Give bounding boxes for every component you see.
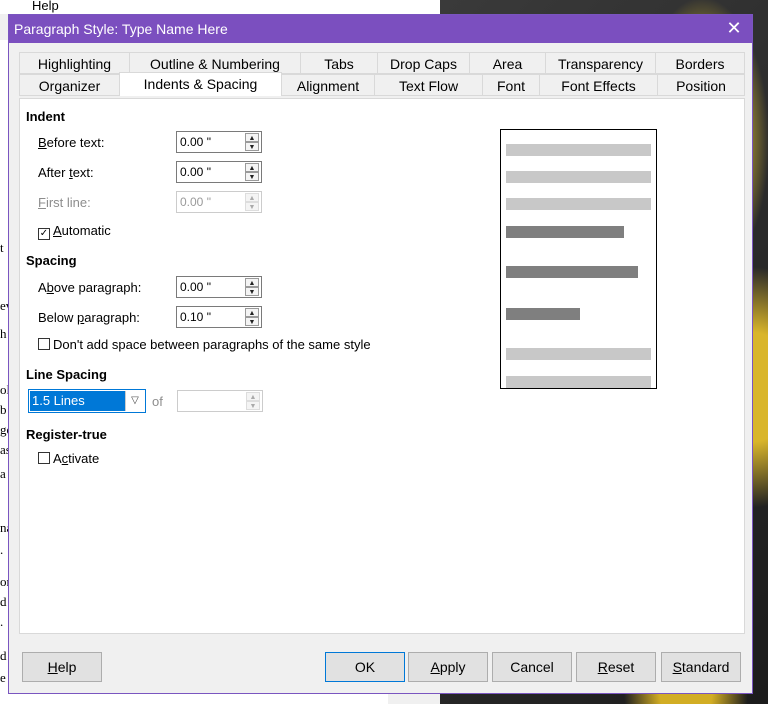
background-text-fragment: . xyxy=(0,542,4,557)
tab-alignment[interactable]: Alignment xyxy=(281,74,375,96)
automatic-checkbox[interactable]: ✓ Automatic xyxy=(38,223,111,240)
below-paragraph-label: Below paragraph: xyxy=(38,310,140,325)
line-spacing-of-stepper: ▲ ▼ xyxy=(246,392,260,410)
preview-line xyxy=(506,348,651,360)
spin-down-icon[interactable]: ▼ xyxy=(245,172,259,181)
checkbox-unchecked-icon[interactable] xyxy=(38,452,50,464)
tab-area[interactable]: Area xyxy=(469,52,546,74)
preview-line xyxy=(506,144,651,156)
section-spacing-heading: Spacing xyxy=(26,253,77,268)
after-text-label: After text: xyxy=(38,165,94,180)
spin-up-icon[interactable]: ▲ xyxy=(245,278,259,287)
preview-line-current xyxy=(506,266,638,278)
tab-panel-indents-spacing: Indent Before text: 0.00 " ▲ ▼ After text… xyxy=(19,98,745,634)
background-menu-help[interactable]: Help xyxy=(32,0,59,13)
section-line-spacing-heading: Line Spacing xyxy=(26,367,107,382)
before-text-field[interactable]: 0.00 " ▲ ▼ xyxy=(176,131,262,153)
spin-down-icon: ▼ xyxy=(245,202,259,211)
tab-transparency[interactable]: Transparency xyxy=(545,52,656,74)
spin-down-icon[interactable]: ▼ xyxy=(245,317,259,326)
background-text-fragment: e xyxy=(0,670,6,685)
section-register-true-heading: Register-true xyxy=(26,427,107,442)
chevron-down-icon[interactable]: ▽ xyxy=(125,391,144,411)
background-text-fragment: d xyxy=(0,648,7,663)
apply-button[interactable]: Apply xyxy=(408,652,488,682)
paragraph-preview xyxy=(500,129,657,389)
section-indent-heading: Indent xyxy=(26,109,65,124)
tab-outline-numbering[interactable]: Outline & Numbering xyxy=(129,52,301,74)
spin-up-icon[interactable]: ▲ xyxy=(245,163,259,172)
background-text-fragment: . xyxy=(0,614,4,629)
tab-organizer[interactable]: Organizer xyxy=(19,74,120,96)
close-icon[interactable]: ✕ xyxy=(724,18,744,39)
below-paragraph-stepper[interactable]: ▲ ▼ xyxy=(245,308,259,326)
above-paragraph-value: 0.00 " xyxy=(180,280,211,294)
background-text-fragment: a xyxy=(0,466,6,481)
above-paragraph-stepper[interactable]: ▲ ▼ xyxy=(245,278,259,296)
paragraph-style-dialog: Paragraph Style: Type Name Here ✕ Highli… xyxy=(8,14,753,694)
after-text-value: 0.00 " xyxy=(180,165,211,179)
line-spacing-of-label: of xyxy=(152,394,163,409)
spin-up-icon[interactable]: ▲ xyxy=(245,133,259,142)
dialog-titlebar[interactable]: Paragraph Style: Type Name Here ✕ xyxy=(9,15,752,43)
preview-line xyxy=(506,376,651,388)
first-line-label: First line: xyxy=(38,195,91,210)
tab-position[interactable]: Position xyxy=(657,74,745,96)
help-button[interactable]: Help xyxy=(22,652,102,682)
first-line-field: 0.00 " ▲ ▼ xyxy=(176,191,262,213)
preview-line xyxy=(506,171,651,183)
spin-down-icon[interactable]: ▼ xyxy=(245,287,259,296)
dialog-title: Paragraph Style: Type Name Here xyxy=(14,21,228,37)
preview-line-current xyxy=(506,308,580,320)
background-menubar: Help xyxy=(0,0,440,14)
dont-add-space-checkbox[interactable]: Don't add space between paragraphs of th… xyxy=(38,337,371,352)
before-text-stepper[interactable]: ▲ ▼ xyxy=(245,133,259,151)
preview-line-current xyxy=(506,226,624,238)
activate-checkbox[interactable]: Activate xyxy=(38,451,99,466)
first-line-stepper: ▲ ▼ xyxy=(245,193,259,211)
line-spacing-of-field: ▲ ▼ xyxy=(177,390,263,412)
below-paragraph-value: 0.10 " xyxy=(180,310,211,324)
spin-down-icon[interactable]: ▼ xyxy=(245,142,259,151)
spin-up-icon[interactable]: ▲ xyxy=(245,308,259,317)
background-text-fragment: b xyxy=(0,402,7,417)
above-paragraph-field[interactable]: 0.00 " ▲ ▼ xyxy=(176,276,262,298)
tab-borders[interactable]: Borders xyxy=(655,52,745,74)
spin-down-icon: ▼ xyxy=(246,401,260,410)
tab-text-flow[interactable]: Text Flow xyxy=(374,74,483,96)
above-paragraph-label: Above paragraph: xyxy=(38,280,142,295)
ok-button[interactable]: OK xyxy=(325,652,405,682)
background-text-fragment: h xyxy=(0,326,7,341)
before-text-label: Before text: xyxy=(38,135,105,150)
preview-line xyxy=(506,198,651,210)
tab-indents-spacing[interactable]: Indents & Spacing xyxy=(119,72,282,96)
dont-add-space-label: Don't add space between paragraphs of th… xyxy=(53,337,371,352)
before-text-value: 0.00 " xyxy=(180,135,211,149)
tab-highlighting[interactable]: Highlighting xyxy=(19,52,130,74)
tab-font[interactable]: Font xyxy=(482,74,540,96)
tab-font-effects[interactable]: Font Effects xyxy=(539,74,658,96)
checkbox-unchecked-icon[interactable] xyxy=(38,338,50,350)
standard-button[interactable]: Standard xyxy=(661,652,741,682)
below-paragraph-field[interactable]: 0.10 " ▲ ▼ xyxy=(176,306,262,328)
spin-up-icon: ▲ xyxy=(245,193,259,202)
tab-tabs[interactable]: Tabs xyxy=(300,52,378,74)
after-text-field[interactable]: 0.00 " ▲ ▼ xyxy=(176,161,262,183)
after-text-stepper[interactable]: ▲ ▼ xyxy=(245,163,259,181)
line-spacing-dropdown[interactable]: 1.5 Lines ▽ xyxy=(28,389,146,413)
cancel-button[interactable]: Cancel xyxy=(492,652,572,682)
checkbox-checked-icon[interactable]: ✓ xyxy=(38,228,50,240)
first-line-value: 0.00 " xyxy=(180,195,211,209)
reset-button[interactable]: Reset xyxy=(576,652,656,682)
spin-up-icon: ▲ xyxy=(246,392,260,401)
tab-drop-caps[interactable]: Drop Caps xyxy=(377,52,470,74)
background-text-fragment: t xyxy=(0,240,4,255)
line-spacing-selected-value: 1.5 Lines xyxy=(30,391,126,411)
